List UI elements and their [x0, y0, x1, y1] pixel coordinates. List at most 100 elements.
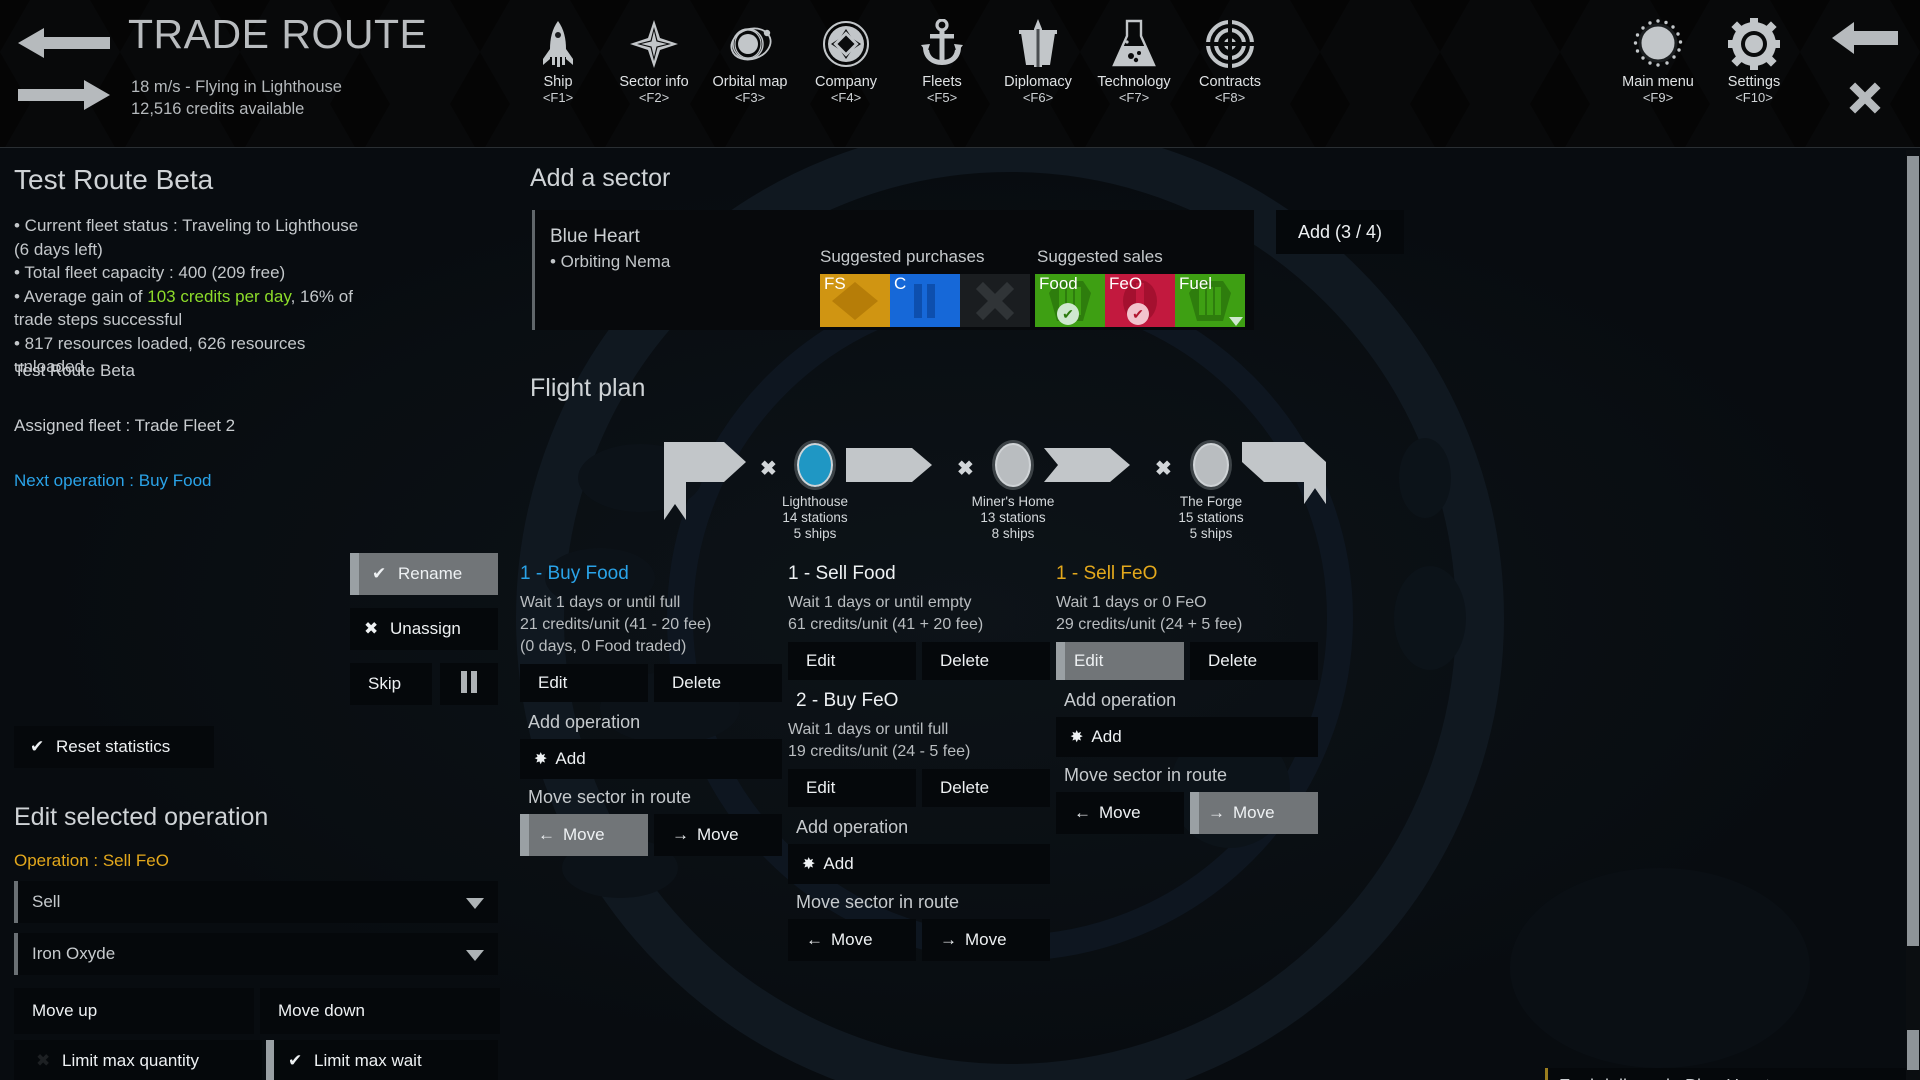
- gain-prefix: • Average gain of: [14, 286, 148, 306]
- limit-max-quantity-toggle[interactable]: ✖ Limit max quantity: [14, 1040, 262, 1080]
- nav-item-sector-info[interactable]: Sector info <F2>: [606, 16, 702, 106]
- node-ring: [992, 440, 1034, 490]
- nav-key: <F7>: [1118, 90, 1150, 105]
- operation-column: 1 - Sell FeO Wait 1 days or 0 FeO 29 cre…: [1056, 563, 1318, 834]
- rename-button[interactable]: ✔ Rename: [350, 553, 498, 595]
- vertical-scrollbar[interactable]: [1906, 150, 1920, 1080]
- limit-max-wait-toggle[interactable]: ✔ Limit max wait: [266, 1040, 498, 1080]
- suggested-sales-tiles: Food ✔ FeO ✔ Fuel: [1035, 274, 1245, 327]
- move-down-button[interactable]: Move down: [260, 988, 500, 1034]
- delete-operation-button[interactable]: Delete: [922, 642, 1050, 680]
- nav-item-diplomacy[interactable]: Diplomacy <F6>: [990, 16, 1086, 106]
- sector-name: Blue Heart: [550, 226, 640, 247]
- x-icon: ✖: [957, 458, 974, 480]
- unassign-button[interactable]: ✖ Unassign: [350, 608, 498, 650]
- action-dropdown[interactable]: Sell: [14, 881, 498, 923]
- nav-item-orbital-map[interactable]: Orbital map <F3>: [702, 16, 798, 106]
- resource-tile[interactable]: FeO ✔: [1105, 274, 1175, 327]
- resource-dropdown[interactable]: Iron Oxyde: [14, 933, 498, 975]
- header-subtitle: 18 m/s - Flying in Lighthouse 12,516 cre…: [131, 76, 342, 120]
- node-label: Lighthouse 14 stations 5 ships: [782, 494, 848, 542]
- x-icon: ✖: [36, 1051, 51, 1070]
- edit-label: Edit: [1074, 651, 1104, 670]
- move-sector-right-button[interactable]: → Move: [654, 814, 782, 856]
- back-arrow-icon: [1832, 21, 1898, 60]
- reset-statistics-button[interactable]: ✔ Reset statistics: [14, 726, 214, 768]
- operation-buttons: Edit Delete: [520, 664, 782, 702]
- move-sector-left-button[interactable]: ← Move: [1056, 792, 1184, 834]
- selected-operation-label: Operation : Sell FeO: [14, 851, 169, 870]
- edit-operation-button[interactable]: Edit: [1056, 642, 1184, 680]
- sector-card[interactable]: Blue Heart • Orbiting Nema Suggested pur…: [532, 210, 1254, 330]
- operation-block: 1 - Sell Food Wait 1 days or until empty…: [788, 563, 1050, 680]
- add-operation-button[interactable]: ✸ Add: [520, 739, 782, 779]
- add-sector-button[interactable]: Add (3 / 4): [1276, 210, 1404, 254]
- nav-item-contracts[interactable]: Contracts <F8>: [1182, 16, 1278, 106]
- add-operation-button[interactable]: ✸ Add: [788, 844, 1050, 884]
- graph-node-miners-home[interactable]: Miner's Home 13 stations 8 ships: [972, 440, 1054, 541]
- skip-label: Skip: [368, 674, 402, 693]
- stat-average-gain: • Average gain of 103 credits per day, 1…: [14, 285, 374, 332]
- nav-label: Main menu: [1622, 74, 1694, 90]
- move-sector-left-button[interactable]: ← Move: [520, 814, 648, 856]
- move-sector-left-button[interactable]: ← Move: [788, 919, 916, 961]
- more-caret-icon[interactable]: [1229, 317, 1243, 326]
- pause-button[interactable]: [440, 663, 498, 705]
- scrollbar-thumb-secondary[interactable]: [1907, 1030, 1919, 1070]
- operation-line: 29 credits/unit (24 + 5 fee): [1056, 616, 1243, 633]
- nav-item-fleets[interactable]: Fleets <F5>: [894, 16, 990, 106]
- delete-operation-button[interactable]: Delete: [1190, 642, 1318, 680]
- scrollbar-thumb[interactable]: [1907, 156, 1919, 946]
- operation-block: 1 - Buy Food Wait 1 days or until full 2…: [520, 563, 782, 702]
- delete-operation-button[interactable]: Delete: [654, 664, 782, 702]
- nav-key: <F1>: [542, 90, 574, 105]
- add-operation-button[interactable]: ✸ Add: [1056, 717, 1318, 757]
- graph-node-lighthouse[interactable]: Lighthouse 14 stations 5 ships: [782, 440, 848, 541]
- edit-label: Edit: [806, 778, 836, 797]
- resource-tile[interactable]: FS: [820, 274, 890, 327]
- flight-plan-heading: Flight plan: [530, 374, 646, 402]
- notification-accent-bar: [1545, 1068, 1548, 1080]
- arrow-left-icon: ←: [1074, 803, 1091, 822]
- move-sector-buttons: ← Move → Move: [1056, 792, 1318, 834]
- notification-toast[interactable]: Fuel delivery in Blue Heart Sell 49 Fuel…: [1545, 1068, 1907, 1080]
- nav-label: Sector info: [619, 74, 689, 90]
- top-header-bar: TRADE ROUTE 18 m/s - Flying in Lighthous…: [0, 0, 1920, 148]
- edit-operation-button[interactable]: Edit: [788, 769, 916, 807]
- move-sector-right-button[interactable]: → Move: [1190, 792, 1318, 834]
- resource-tile[interactable]: Food ✔: [1035, 274, 1105, 327]
- dial-icon: [1632, 16, 1684, 72]
- edit-operation-heading: Edit selected operation: [14, 803, 269, 831]
- delete-operation-button[interactable]: Delete: [922, 769, 1050, 807]
- nav-key: <F6>: [1022, 90, 1054, 105]
- resource-tile[interactable]: C: [890, 274, 960, 327]
- resource-tile-empty[interactable]: [960, 274, 1030, 327]
- graph-node-the-forge[interactable]: The Forge 15 stations 5 ships: [1178, 440, 1244, 541]
- page-title: TRADE ROUTE: [128, 11, 428, 57]
- nav-item-settings[interactable]: Settings <F10>: [1706, 16, 1802, 106]
- nav-label: Company: [814, 74, 878, 90]
- nav-item-ship[interactable]: Ship <F1>: [510, 16, 606, 106]
- pause-icon: [460, 670, 478, 698]
- skip-button[interactable]: Skip: [350, 663, 432, 705]
- dropdown-bar: [14, 933, 18, 975]
- back-button[interactable]: [1822, 10, 1908, 70]
- operation-description: Wait 1 days or until empty 61 credits/un…: [788, 592, 1050, 636]
- operation-line: 61 credits/unit (41 + 20 fee): [788, 616, 984, 633]
- operation-description: Wait 1 days or until full 21 credits/uni…: [520, 592, 782, 658]
- move-up-button[interactable]: Move up: [14, 988, 254, 1034]
- rocket-icon: [541, 16, 575, 72]
- nav-item-company[interactable]: Company <F4>: [798, 16, 894, 106]
- resource-tile[interactable]: Fuel: [1175, 274, 1245, 327]
- close-button[interactable]: [1822, 70, 1908, 130]
- move-sector-right-button[interactable]: → Move: [922, 919, 1050, 961]
- edit-operation-button[interactable]: Edit: [520, 664, 648, 702]
- stat-fleet-status: • Current fleet status : Traveling to Li…: [14, 216, 359, 259]
- target-icon: [1205, 16, 1255, 72]
- nav-item-technology[interactable]: Technology <F7>: [1086, 16, 1182, 106]
- nav-key: <F5>: [926, 90, 958, 105]
- edit-operation-button[interactable]: Edit: [788, 642, 916, 680]
- flight-plan-content: Add a sector Blue Heart • Orbiting Nema …: [520, 148, 1920, 1080]
- move-down-label: Move down: [278, 1001, 365, 1020]
- nav-item-main-menu[interactable]: Main menu <F9>: [1610, 16, 1706, 106]
